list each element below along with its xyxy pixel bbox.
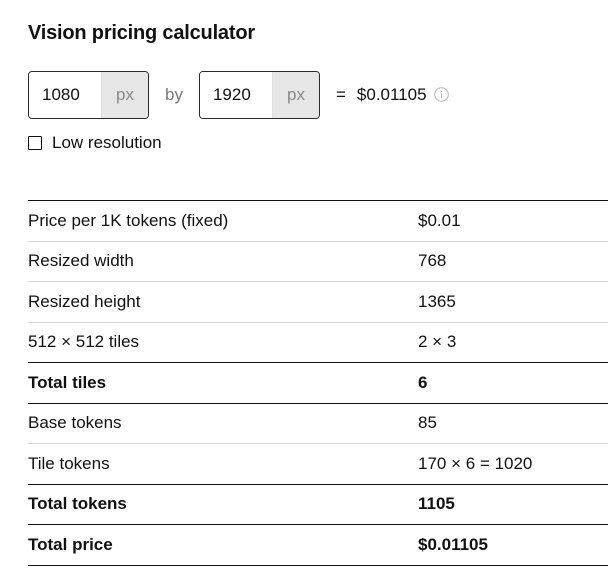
dimension-input-row: px by px = $0.01105 xyxy=(28,71,449,119)
height-input[interactable] xyxy=(199,72,272,118)
table-row: Total price $0.01105 xyxy=(28,524,608,566)
row-label: Total price xyxy=(28,524,418,566)
row-value: 768 xyxy=(418,241,608,282)
table-row: Resized height 1365 xyxy=(28,281,608,323)
row-value: 6 xyxy=(418,362,608,404)
row-value: $0.01 xyxy=(418,200,608,242)
row-value: 1105 xyxy=(418,484,608,525)
table-row: Resized width 768 xyxy=(28,241,608,282)
row-label: 512 × 512 tiles xyxy=(28,322,418,363)
width-unit-label: px xyxy=(101,72,148,118)
row-value: 170 × 6 = 1020 xyxy=(418,443,608,485)
height-input-group: px xyxy=(198,71,320,119)
equals-sign: = xyxy=(335,85,346,104)
row-label: Price per 1K tokens (fixed) xyxy=(28,200,418,242)
page-title: Vision pricing calculator xyxy=(28,22,255,44)
pricing-breakdown-table: Price per 1K tokens (fixed) $0.01 Resized … xyxy=(28,200,608,566)
width-input[interactable] xyxy=(29,72,101,118)
row-label: Resized height xyxy=(28,281,418,323)
row-label: Total tokens xyxy=(28,484,418,525)
computed-price: $0.01105 xyxy=(356,85,427,104)
table-row: Total tokens 1105 xyxy=(28,484,608,525)
width-input-group: px xyxy=(28,71,149,119)
table-row: Total tiles 6 xyxy=(28,362,608,404)
low-resolution-checkbox[interactable] xyxy=(28,136,42,150)
row-label: Tile tokens xyxy=(28,443,418,485)
table-row: Base tokens 85 xyxy=(28,403,608,444)
table-row: Price per 1K tokens (fixed) $0.01 xyxy=(28,200,608,242)
row-value: 2 × 3 xyxy=(418,322,608,363)
table-row: Tile tokens 170 × 6 = 1020 xyxy=(28,443,608,485)
row-label: Resized width xyxy=(28,241,418,282)
info-icon[interactable] xyxy=(433,86,449,102)
low-resolution-option[interactable]: Low resolution xyxy=(28,133,162,153)
height-unit-label: px xyxy=(271,72,319,118)
row-label: Base tokens xyxy=(28,403,418,444)
low-resolution-label: Low resolution xyxy=(52,133,162,152)
row-value: 85 xyxy=(418,403,608,444)
by-separator: by xyxy=(165,85,183,104)
row-value: 1365 xyxy=(418,281,608,323)
row-value: $0.01105 xyxy=(418,524,608,566)
row-label: Total tiles xyxy=(28,362,418,404)
table-row: 512 × 512 tiles 2 × 3 xyxy=(28,322,608,363)
